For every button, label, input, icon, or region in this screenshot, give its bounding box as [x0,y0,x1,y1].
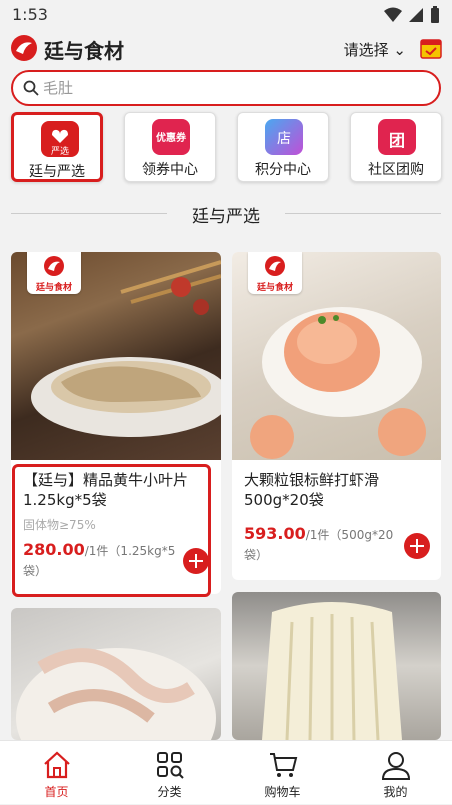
category-icon [157,752,184,779]
app-title: 廷与食材 [44,39,124,63]
tab-cart[interactable]: 购物车 [226,741,339,805]
tab-category[interactable]: 分类 [113,741,226,805]
product-image[interactable] [11,608,221,740]
brand-badge: 廷与食材 [248,252,302,294]
calendar-check-icon[interactable] [420,37,442,59]
product-price-row: 593.00/1件（500g*20袋） [244,524,404,565]
search-bar[interactable] [11,70,441,106]
tab-home[interactable]: 首页 [0,741,113,805]
quick-link-label: 积分中心 [255,162,311,178]
cart-icon [270,753,298,777]
status-bar: 1:53 [0,0,452,30]
quick-link-points-center[interactable]: 店 积分中心 [237,112,329,182]
points-shop-icon-text: 店 [277,131,291,147]
brand-badge-text: 廷与食材 [35,283,72,293]
strict-select-icon-text: 严选 [50,147,69,157]
brand-logo-icon [11,35,37,61]
profile-icon [381,752,411,780]
tab-label: 分类 [157,785,182,799]
chevron-down-icon: ⌄ [393,41,406,59]
points-shop-icon: 店 [265,119,303,155]
quick-link-coupon-center[interactable]: 优惠券 领券中心 [124,112,216,182]
quick-link-strict-select[interactable]: 严选 廷与严选 [11,112,103,182]
section-header: 廷与严选 [0,198,452,228]
city-select-label: 请选择 [343,41,389,59]
product-card[interactable] [11,608,221,740]
search-icon [23,80,39,96]
bottom-tab-bar: 首页 分类 购物车 我的 [0,740,452,804]
section-title: 廷与严选 [192,207,260,227]
wifi-icon [384,7,402,22]
tab-label: 首页 [44,785,69,799]
product-card[interactable]: 廷与食材 大颗粒银标鲜打虾滑500g*20袋 593.00/1件（500g*20… [232,252,441,580]
tab-label: 我的 [383,785,408,799]
battery-icon [431,6,439,23]
search-input[interactable] [43,77,423,99]
product-price: 593.00 [244,524,306,543]
coupon-icon-text: 优惠券 [156,133,186,144]
add-to-cart-button[interactable] [404,533,430,559]
quick-link-label: 廷与严选 [29,164,85,180]
status-icons [384,6,440,24]
city-select[interactable]: 请选择 ⌄ [344,39,406,60]
product-image[interactable] [232,592,441,740]
quick-link-group-buy[interactable]: 团 社区团购 [350,112,442,182]
coupon-icon: 优惠券 [152,119,190,155]
quick-link-label: 社区团购 [368,162,424,178]
brand-badge-text: 廷与食材 [256,283,293,293]
signal-icon [409,8,423,22]
tripe-bundle-photo [262,602,402,740]
tripe-strips-photo [16,648,216,740]
group-buy-icon: 团 [378,119,416,155]
status-time: 1:53 [12,5,48,24]
product-card[interactable] [232,592,441,740]
tab-profile[interactable]: 我的 [339,741,452,805]
highlight-box [12,464,211,597]
tab-label: 购物车 [264,785,301,799]
group-buy-icon-text: 团 [388,131,405,150]
strict-select-icon: 严选 [41,121,79,157]
home-icon [44,751,70,779]
product-name[interactable]: 大颗粒银标鲜打虾滑500g*20袋 [244,470,432,510]
quick-link-label: 领券中心 [142,162,198,178]
app-header: 廷与食材 请选择 ⌄ [0,30,452,68]
brand-badge: 廷与食材 [27,252,81,294]
